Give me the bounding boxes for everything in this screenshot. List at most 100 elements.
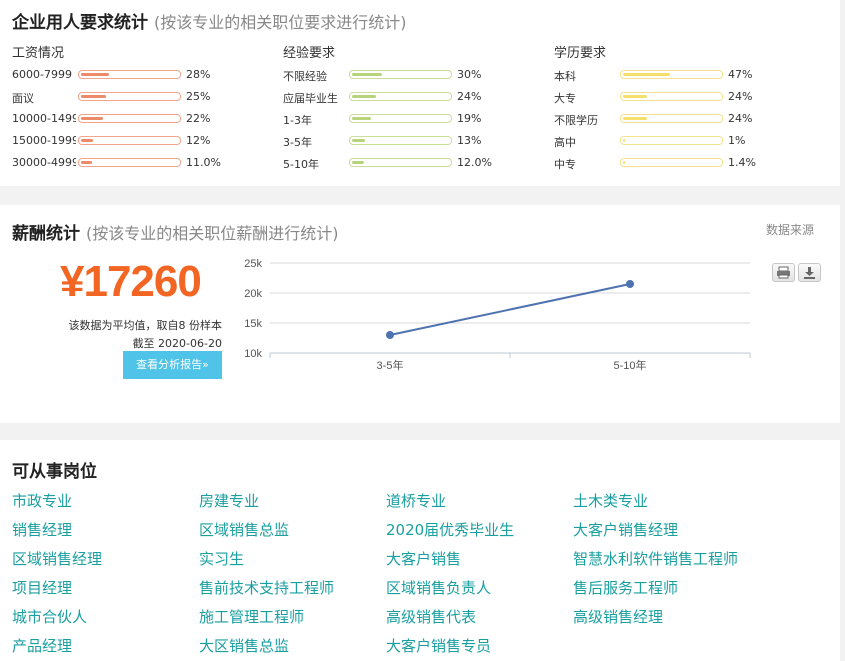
position-link[interactable]: 高级销售代表 (386, 606, 476, 627)
requirements-panel: 企业用人要求统计 (按该专业的相关职位要求进行统计) 工资情况 6000-7999 2… (0, 0, 840, 186)
position-link[interactable]: 市政专业 (12, 490, 72, 511)
position-link[interactable]: 产品经理 (12, 635, 72, 656)
requirement-bar-fill (352, 139, 365, 142)
requirement-row: 面议 25% (12, 86, 272, 108)
requirement-bar-fill (623, 139, 625, 142)
requirement-column: 学历要求 本科 47% 大专 24% 不限学历 24% 高中 1% 中专 1.4% (554, 42, 814, 174)
download-button[interactable] (798, 263, 821, 282)
position-link[interactable]: 施工管理工程师 (199, 606, 304, 627)
requirement-label: 1-3年 (283, 114, 312, 127)
requirement-bar (620, 158, 723, 167)
requirement-percent: 47% (728, 68, 753, 81)
requirement-bar (349, 136, 452, 145)
requirement-percent: 22% (186, 112, 211, 125)
data-source-link[interactable]: 数据来源 (766, 221, 814, 238)
requirement-row: 5-10年 12.0% (283, 152, 543, 174)
requirement-label: 15000-1999 (12, 134, 76, 147)
requirement-row: 1-3年 19% (283, 108, 543, 130)
requirement-bar (78, 92, 181, 101)
requirement-percent: 19% (457, 112, 482, 125)
position-link[interactable]: 区域销售负责人 (386, 577, 491, 598)
requirement-bar (78, 114, 181, 123)
y-tick-label: 15k (244, 318, 262, 330)
position-link[interactable]: 智慧水利软件销售工程师 (573, 548, 738, 569)
salary-panel: 薪酬统计 (按该专业的相关职位薪酬进行统计) 数据来源 ¥17260 该数据为平均… (0, 205, 840, 423)
requirement-bar (620, 114, 723, 123)
requirement-bar-fill (623, 161, 625, 164)
position-link[interactable]: 区域销售经理 (12, 548, 102, 569)
requirements-title: 企业用人要求统计 (按该专业的相关职位要求进行统计) (12, 8, 407, 33)
position-link[interactable]: 高级销售经理 (573, 606, 663, 627)
position-link[interactable]: 项目经理 (12, 577, 72, 598)
requirement-row: 高中 1% (554, 130, 814, 152)
position-link[interactable]: 售后服务工程师 (573, 577, 678, 598)
requirement-bar (78, 70, 181, 79)
requirements-subtitle: (按该专业的相关职位要求进行统计) (154, 13, 407, 32)
x-tick-label: 3-5年 (377, 358, 404, 372)
requirement-bar-fill (352, 73, 382, 76)
requirement-bar-fill (352, 117, 371, 120)
position-link[interactable]: 房建专业 (199, 490, 259, 511)
print-icon (777, 266, 790, 279)
requirement-row: 不限学历 24% (554, 108, 814, 130)
position-link[interactable]: 大客户销售 (386, 548, 461, 569)
salary-note-date: 截至 2020-06-20 (132, 337, 222, 350)
requirement-bar-fill (81, 95, 106, 98)
requirement-label: 本科 (554, 70, 576, 83)
requirement-column-title: 学历要求 (554, 46, 607, 61)
requirement-row: 10000-1499 22% (12, 108, 272, 130)
requirement-label: 面议 (12, 92, 34, 105)
requirement-bar (620, 92, 723, 101)
requirement-bar-fill (352, 161, 364, 164)
position-link[interactable]: 2020届优秀毕业生 (386, 519, 514, 540)
requirement-row: 6000-7999 28% (12, 64, 272, 86)
salary-title: 薪酬统计 (按该专业的相关职位薪酬进行统计) (12, 219, 339, 244)
requirement-row: 中专 1.4% (554, 152, 814, 174)
print-button[interactable] (772, 263, 795, 282)
requirement-label: 3-5年 (283, 136, 312, 149)
requirement-label: 应届毕业生 (283, 92, 338, 105)
position-link[interactable]: 大客户销售专员 (386, 635, 491, 656)
requirement-label: 6000-7999 (12, 68, 72, 81)
requirement-percent: 11.0% (186, 156, 221, 169)
y-tick-label: 20k (244, 288, 262, 300)
requirement-percent: 24% (728, 112, 753, 125)
requirement-bar (349, 114, 452, 123)
requirement-percent: 24% (457, 90, 482, 103)
position-link[interactable]: 区域销售总监 (199, 519, 289, 540)
position-link[interactable]: 土木类专业 (573, 490, 648, 511)
requirement-row: 15000-1999 12% (12, 130, 272, 152)
download-icon (804, 267, 815, 279)
requirement-label: 中专 (554, 158, 576, 171)
requirement-percent: 12% (186, 134, 211, 147)
position-link[interactable]: 道桥专业 (386, 490, 446, 511)
requirement-row: 大专 24% (554, 86, 814, 108)
requirement-bar-fill (81, 117, 103, 120)
position-link[interactable]: 售前技术支持工程师 (199, 577, 334, 598)
position-link[interactable]: 大客户销售经理 (573, 519, 678, 540)
positions-panel: 可从事岗位 市政专业 房建专业 道桥专业 土木类专业销售经理 区域销售总监 2020届优秀… (0, 440, 840, 661)
requirement-bar-fill (81, 73, 109, 76)
position-link[interactable]: 城市合伙人 (12, 606, 87, 627)
view-report-button[interactable]: 查看分析报告» (123, 351, 222, 379)
series-line (389, 283, 631, 336)
positions-title: 可从事岗位 (12, 462, 97, 482)
requirement-label: 高中 (554, 136, 576, 149)
requirement-bar (349, 92, 452, 101)
salary-line-chart: 10k 15k 20k 25k 3-5年 5-10年 (244, 258, 751, 372)
position-link[interactable]: 大区销售总监 (199, 635, 289, 656)
position-link[interactable]: 实习生 (199, 548, 244, 569)
requirement-label: 大专 (554, 92, 576, 105)
requirement-row: 不限经验 30% (283, 64, 543, 86)
requirement-bar (349, 70, 452, 79)
salary-note-samples: 该数据为平均值，取自8 份样本 (68, 319, 223, 332)
requirement-percent: 28% (186, 68, 211, 81)
requirement-row: 应届毕业生 24% (283, 86, 543, 108)
y-tick-label: 25k (244, 258, 262, 270)
y-tick-label: 10k (244, 348, 262, 360)
requirement-bar (78, 158, 181, 167)
requirement-bar-fill (81, 161, 92, 164)
position-link[interactable]: 销售经理 (12, 519, 72, 540)
requirement-bar-fill (81, 139, 93, 142)
requirement-column-title: 工资情况 (12, 46, 65, 61)
